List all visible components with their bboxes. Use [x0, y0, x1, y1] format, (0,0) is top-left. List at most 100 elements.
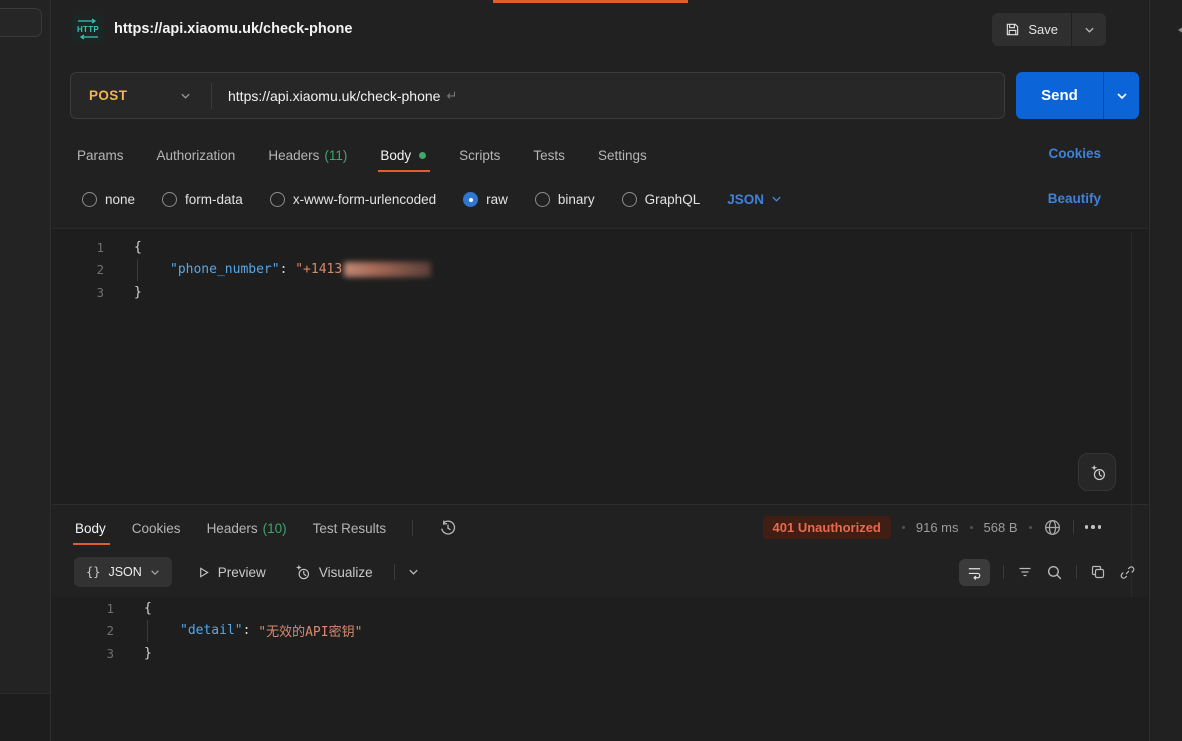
tab-body[interactable]: Body: [380, 148, 426, 163]
line-number: 2: [64, 262, 104, 277]
beautify-link[interactable]: Beautify: [1048, 191, 1101, 206]
send-button[interactable]: Send: [1016, 72, 1103, 119]
request-body-editor[interactable]: 1 { 2 "phone_number": "+1413 3 }: [52, 228, 1148, 504]
http-protocol-icon: HTTP: [72, 15, 104, 43]
tab-scripts[interactable]: Scripts: [459, 148, 500, 163]
ellipsis-icon: [1085, 525, 1089, 529]
tab-settings[interactable]: Settings: [598, 148, 647, 163]
radio-circle: [535, 192, 550, 207]
preview-label: Preview: [218, 565, 266, 580]
dot-separator: [1029, 526, 1032, 529]
tab-tests[interactable]: Tests: [533, 148, 565, 163]
response-body-editor[interactable]: 1 { 2 "detail": "无效的API密钥" 3 }: [52, 597, 1148, 741]
radio-binary[interactable]: binary: [535, 192, 595, 207]
right-rail: [1149, 0, 1182, 741]
arrow-right-icon: [77, 18, 99, 24]
filter-button[interactable]: [1017, 564, 1033, 580]
raw-language-label: JSON: [727, 192, 764, 207]
cookies-link[interactable]: Cookies: [1048, 146, 1101, 161]
code-line: 3 }: [52, 281, 1148, 304]
request-title: https://api.xiaomu.uk/check-phone: [114, 21, 352, 37]
copy-icon: [1090, 564, 1106, 580]
response-toolbar: {} JSON Preview Visualize: [74, 556, 1136, 588]
search-icon: [1046, 564, 1063, 581]
response-history-button[interactable]: [439, 519, 457, 537]
more-options-button[interactable]: [1085, 525, 1102, 529]
radio-circle: [82, 192, 97, 207]
response-tab-headers[interactable]: Headers(10): [207, 521, 287, 536]
search-button[interactable]: [1046, 564, 1063, 581]
url-builder: POST https://api.xiaomu.uk/check-phone ↵: [70, 72, 1005, 119]
http-badge-label: HTTP: [77, 25, 99, 34]
radio-circle-selected: [463, 192, 478, 207]
divider: [1073, 520, 1074, 534]
divider: [412, 520, 413, 536]
preview-button[interactable]: Preview: [197, 565, 266, 580]
response-tab-test-results[interactable]: Test Results: [313, 521, 387, 536]
save-icon: [1005, 22, 1020, 37]
radio-raw[interactable]: raw: [463, 192, 508, 207]
radio-none[interactable]: none: [82, 192, 135, 207]
divider: [211, 83, 212, 109]
copy-button[interactable]: [1090, 564, 1106, 580]
visualize-button[interactable]: Visualize: [293, 563, 373, 581]
toolbar-expand-button[interactable]: [408, 568, 419, 576]
url-input[interactable]: https://api.xiaomu.uk/check-phone: [228, 88, 440, 104]
code-line: 1 {: [52, 236, 1148, 259]
arrow-left-icon: [77, 34, 99, 40]
response-tab-cookies[interactable]: Cookies: [132, 521, 181, 536]
chevron-down-icon: [180, 92, 191, 100]
radio-circle: [622, 192, 637, 207]
line-number: 1: [64, 240, 104, 255]
response-headers-count-badge: (10): [263, 521, 287, 536]
send-options-button[interactable]: [1103, 72, 1139, 119]
response-tab-body[interactable]: Body: [75, 521, 106, 536]
line-number: 2: [74, 623, 114, 638]
divider: [394, 564, 395, 580]
link-icon: [1119, 564, 1136, 581]
sparkle-orb-icon: [1088, 463, 1107, 482]
tab-params[interactable]: Params: [77, 148, 124, 163]
tab-authorization[interactable]: Authorization: [157, 148, 236, 163]
save-button[interactable]: Save: [992, 13, 1072, 46]
response-size[interactable]: 568 B: [984, 520, 1018, 535]
sidebar-footer: [0, 693, 50, 741]
sidebar-collapsed-tab[interactable]: [0, 8, 42, 37]
body-type-selector: none form-data x-www-form-urlencoded raw…: [82, 186, 782, 212]
response-divider: [52, 504, 1148, 505]
collapse-panel-arrow-icon[interactable]: [1178, 24, 1182, 36]
status-badge[interactable]: 401 Unauthorized: [763, 516, 891, 539]
headers-count-badge: (11): [324, 148, 347, 163]
radio-circle: [162, 192, 177, 207]
response-format-dropdown[interactable]: {} JSON: [74, 557, 172, 587]
text-wrap-icon: [966, 564, 983, 581]
left-sidebar: [0, 0, 51, 741]
chevron-down-icon: [150, 569, 160, 576]
indent-guide: [137, 259, 170, 282]
chevron-down-icon: [1116, 92, 1128, 100]
code-line: 2 "detail": "无效的API密钥": [62, 620, 1148, 643]
wrap-text-button[interactable]: [959, 559, 990, 586]
line-number: 3: [74, 646, 114, 661]
radio-circle: [270, 192, 285, 207]
tab-headers[interactable]: Headers(11): [268, 148, 347, 163]
sparkle-orb-icon: [293, 563, 311, 581]
radio-form-data[interactable]: form-data: [162, 192, 243, 207]
network-info-button[interactable]: [1043, 518, 1062, 537]
divider: [1076, 565, 1077, 579]
save-options-button[interactable]: [1072, 13, 1106, 46]
chevron-down-icon: [1084, 26, 1095, 34]
request-header: HTTP https://api.xiaomu.uk/check-phone S…: [52, 0, 1148, 58]
method-dropdown[interactable]: POST: [71, 88, 211, 103]
radio-graphql[interactable]: GraphQL: [622, 192, 701, 207]
code-line: 2 "phone_number": "+1413: [52, 259, 1148, 282]
postbot-button[interactable]: [1078, 453, 1116, 491]
radio-x-www-form-urlencoded[interactable]: x-www-form-urlencoded: [270, 192, 436, 207]
save-split-button: Save: [992, 13, 1106, 46]
app-window: HTTP https://api.xiaomu.uk/check-phone S…: [0, 0, 1182, 741]
line-number: 1: [74, 601, 114, 616]
raw-language-dropdown[interactable]: JSON: [727, 192, 782, 207]
link-button[interactable]: [1119, 564, 1136, 581]
method-label: POST: [89, 88, 127, 103]
response-time[interactable]: 916 ms: [916, 520, 959, 535]
